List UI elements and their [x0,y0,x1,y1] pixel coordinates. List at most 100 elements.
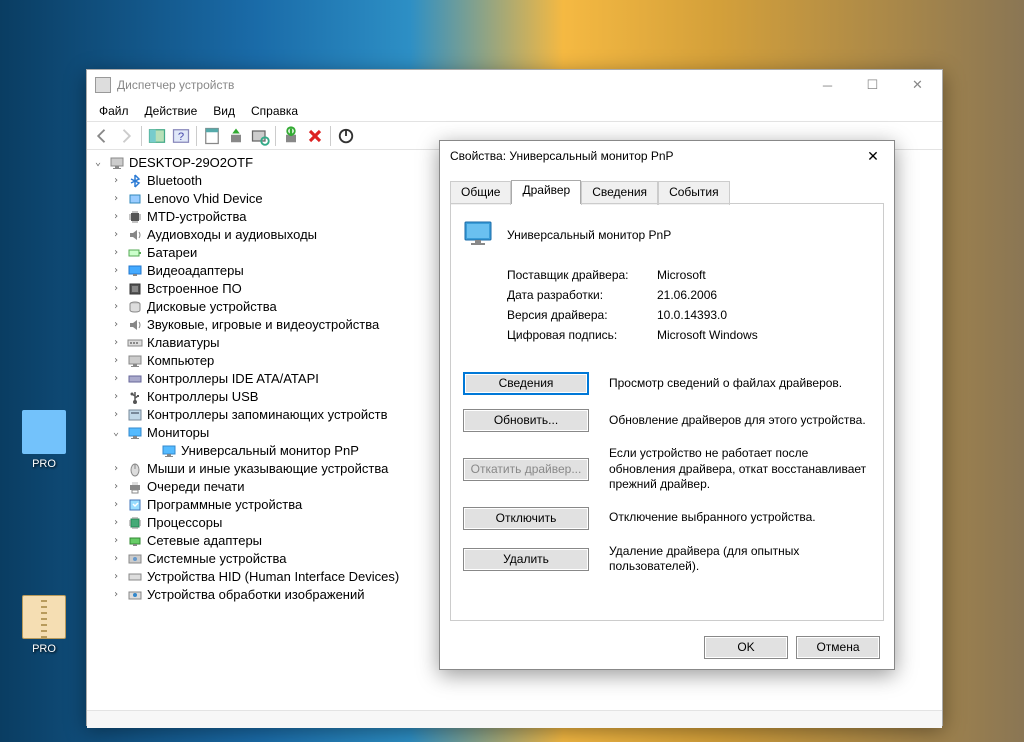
expander-icon[interactable]: › [109,300,123,314]
cancel-button[interactable]: Отмена [796,636,880,659]
expander-icon[interactable]: › [109,498,123,512]
ide-icon [127,371,143,387]
forward-button[interactable] [115,125,137,147]
svg-text:?: ? [178,130,184,142]
scan-button[interactable] [249,125,271,147]
disable-device-desc: Отключение выбранного устройства. [609,510,871,526]
dialog-titlebar: Свойства: Универсальный монитор PnP ✕ [440,141,894,171]
window-title: Диспетчер устройств [117,78,805,92]
imaging-icon [127,587,143,603]
desktop-icon-label: PRO [14,643,74,655]
expander-icon[interactable]: ⌄ [109,426,123,440]
back-button[interactable] [91,125,113,147]
expander-icon[interactable]: › [109,192,123,206]
system-icon [127,551,143,567]
mouse-icon [127,461,143,477]
tree-label: Устройства обработки изображений [147,586,365,604]
uninstall-device-button[interactable]: Удалить [463,548,589,571]
tree-label: Процессоры [147,514,222,532]
tree-label: Сетевые адаптеры [147,532,262,550]
expander-icon[interactable]: › [109,264,123,278]
keyboard-icon [127,335,143,351]
expander-icon[interactable]: › [109,246,123,260]
driver-details-button[interactable]: Сведения [463,372,589,395]
hid-icon [127,569,143,585]
storage-icon [127,407,143,423]
tab-general[interactable]: Общие [450,181,511,205]
expander-icon[interactable]: › [109,408,123,422]
expander-icon[interactable]: › [109,354,123,368]
tab-events[interactable]: События [658,181,730,205]
expander-icon[interactable]: › [109,462,123,476]
properties-button[interactable] [201,125,223,147]
dialog-close-button[interactable]: ✕ [858,143,888,169]
maximize-button[interactable]: ☐ [850,71,895,99]
expander-icon[interactable]: › [109,228,123,242]
disable-device-button[interactable]: Отключить [463,507,589,530]
tab-details[interactable]: Сведения [581,181,658,205]
tree-label: Контроллеры IDE ATA/ATAPI [147,370,319,388]
show-hide-tree-button[interactable] [146,125,168,147]
desktop-icon-label: PRO [14,458,74,470]
tree-label: Батареи [147,244,197,262]
display-icon [127,263,143,279]
tree-label: Lenovo Vhid Device [147,190,263,208]
expander-icon[interactable]: › [109,210,123,224]
tree-label: Контроллеры USB [147,388,258,406]
disable-button[interactable] [335,125,357,147]
tab-driver[interactable]: Драйвер [511,180,581,204]
menu-help[interactable]: Справка [243,102,306,120]
tree-label: Дисковые устройства [147,298,277,316]
version-label: Версия драйвера: [507,308,657,322]
expander-icon[interactable]: › [109,336,123,350]
expander-icon[interactable]: › [109,390,123,404]
disk-icon [127,299,143,315]
uninstall-device-desc: Удаление драйвера (для опытных пользоват… [609,544,871,575]
update-driver-button[interactable]: Обновить... [463,409,589,432]
tree-label: Универсальный монитор PnP [181,442,359,460]
minimize-button[interactable]: ─ [805,71,850,99]
tree-label: Мониторы [147,424,209,442]
menu-view[interactable]: Вид [205,102,243,120]
signer-label: Цифровая подпись: [507,328,657,342]
zip-icon [22,595,66,639]
ok-button[interactable]: OK [704,636,788,659]
enable-button[interactable] [280,125,302,147]
expander-icon[interactable]: › [109,570,123,584]
tree-label: Программные устройства [147,496,302,514]
desktop-icon-zip[interactable]: PRO [14,595,74,655]
properties-dialog: Свойства: Универсальный монитор PnP ✕ Об… [439,140,895,670]
expander-icon[interactable]: › [109,372,123,386]
expander-icon[interactable]: › [109,516,123,530]
menu-action[interactable]: Действие [137,102,206,120]
tree-label: Встроенное ПО [147,280,242,298]
driver-details-desc: Просмотр сведений о файлах драйверов. [609,376,871,392]
expander-icon[interactable]: ⌄ [91,156,105,170]
printer-icon [127,479,143,495]
expander-icon[interactable]: › [109,282,123,296]
tree-label: Звуковые, игровые и видеоустройства [147,316,379,334]
update-driver-button[interactable] [225,125,247,147]
firmware-icon [127,281,143,297]
statusbar [87,710,942,728]
expander-icon[interactable]: › [109,318,123,332]
expander-icon[interactable]: › [109,480,123,494]
device-name: Универсальный монитор PnP [507,228,671,242]
uninstall-button[interactable] [304,125,326,147]
close-button[interactable]: ✕ [895,71,940,99]
rollback-driver-button[interactable]: Откатить драйвер... [463,458,589,481]
help-button[interactable]: ? [170,125,192,147]
expander-icon[interactable]: › [109,588,123,602]
expander-icon[interactable]: › [109,534,123,548]
tree-label: Системные устройства [147,550,286,568]
tree-label: Устройства HID (Human Interface Devices) [147,568,399,586]
update-driver-desc: Обновление драйверов для этого устройств… [609,413,871,429]
tree-label: Видеоадаптеры [147,262,244,280]
expander-icon[interactable]: › [109,174,123,188]
desktop-icon-folder[interactable]: PRO [14,410,74,470]
tree-label: Аудиовходы и аудиовыходы [147,226,317,244]
signer-value: Microsoft Windows [657,328,758,342]
expander-icon[interactable]: › [109,552,123,566]
tree-label: Компьютер [147,352,214,370]
menu-file[interactable]: Файл [91,102,137,120]
